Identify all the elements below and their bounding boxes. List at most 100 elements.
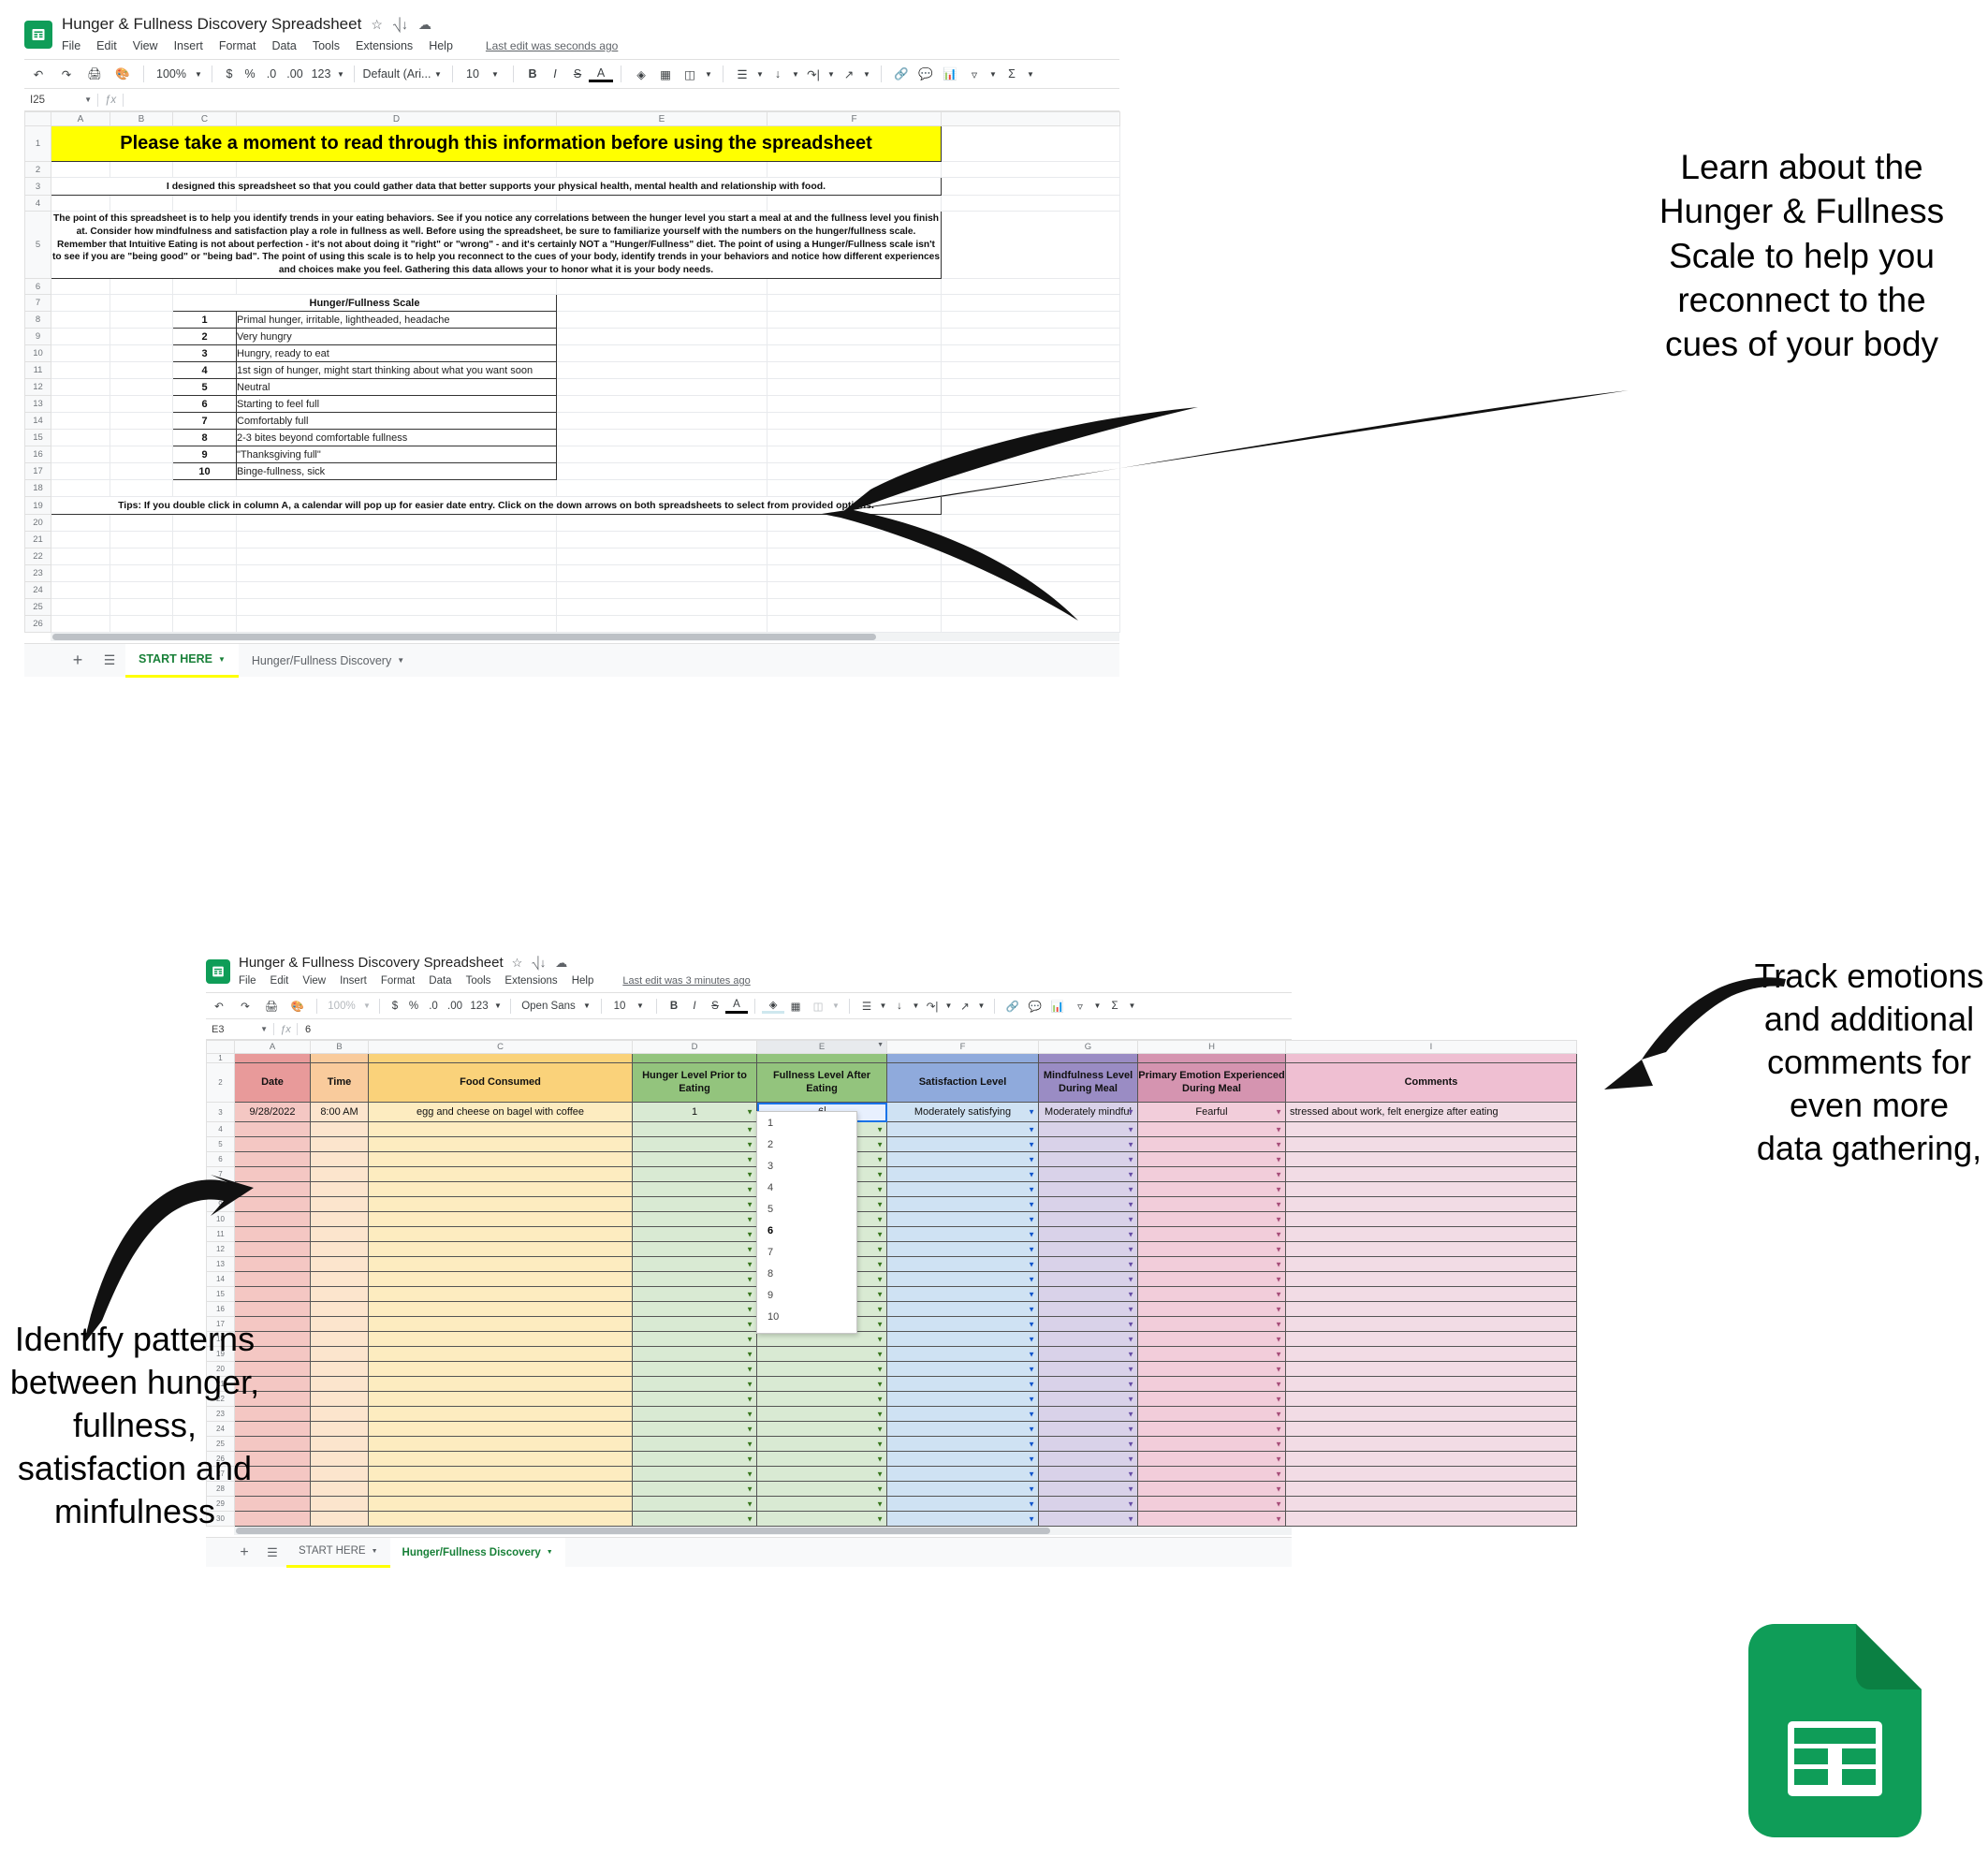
percent-format-button[interactable]: % bbox=[240, 67, 260, 80]
chevron-down-icon[interactable]: ▼ bbox=[431, 70, 445, 79]
borders-icon[interactable]: ▦ bbox=[653, 67, 678, 81]
italic-button[interactable]: I bbox=[684, 1001, 705, 1012]
cell[interactable] bbox=[941, 598, 1120, 616]
scale-number[interactable]: 8 bbox=[172, 429, 237, 446]
cell[interactable] bbox=[51, 429, 110, 446]
cell[interactable] bbox=[172, 278, 237, 295]
cell[interactable] bbox=[767, 429, 942, 446]
paint-format-icon[interactable]: 🎨 bbox=[285, 1000, 311, 1013]
scale-description[interactable]: Comfortably full bbox=[236, 412, 557, 430]
row-header[interactable]: 19 bbox=[24, 496, 51, 515]
filter-icon[interactable]: ▿ bbox=[962, 67, 987, 81]
cell[interactable] bbox=[310, 1436, 369, 1452]
chevron-down-icon[interactable]: ▼ bbox=[746, 1455, 753, 1463]
cell[interactable]: ▼ bbox=[632, 1361, 757, 1377]
chevron-down-icon[interactable]: ▼ bbox=[746, 1425, 753, 1433]
horizontal-scrollbar[interactable] bbox=[234, 1527, 1292, 1535]
row-header[interactable]: 13 bbox=[206, 1256, 235, 1272]
cell[interactable] bbox=[556, 548, 767, 565]
cell[interactable]: ▼ bbox=[1137, 1181, 1286, 1197]
cell[interactable] bbox=[556, 361, 767, 379]
cell[interactable] bbox=[51, 531, 110, 548]
dropdown-option[interactable]: 7 bbox=[757, 1241, 856, 1263]
chevron-down-icon[interactable]: ▼ bbox=[1028, 1185, 1035, 1193]
cell[interactable] bbox=[310, 1166, 369, 1182]
chevron-down-icon[interactable]: ▼ bbox=[1028, 1215, 1035, 1223]
merge-cells-icon[interactable]: ◫ bbox=[678, 67, 702, 81]
name-box[interactable]: E3 ▼ bbox=[206, 1024, 273, 1035]
cell[interactable] bbox=[51, 361, 110, 379]
chevron-down-icon[interactable]: ▼ bbox=[1275, 1365, 1282, 1373]
chevron-down-icon[interactable]: ▼ bbox=[876, 1230, 884, 1238]
cell[interactable] bbox=[234, 1166, 311, 1182]
cell[interactable] bbox=[556, 564, 767, 582]
chevron-down-icon[interactable]: ▼ bbox=[1028, 1514, 1035, 1523]
cell[interactable] bbox=[310, 1376, 369, 1392]
row-header[interactable]: 5 bbox=[24, 211, 51, 279]
bold-button[interactable]: B bbox=[664, 1001, 684, 1012]
chevron-down-icon[interactable]: ▼ bbox=[1028, 1455, 1035, 1463]
chevron-down-icon[interactable]: ▼ bbox=[1028, 1350, 1035, 1358]
cell[interactable]: ▼ bbox=[632, 1496, 757, 1512]
cell[interactable]: ▼ bbox=[1137, 1496, 1286, 1512]
row-header[interactable]: 10 bbox=[24, 344, 51, 362]
cell[interactable]: ▼ bbox=[1137, 1256, 1286, 1272]
cell[interactable] bbox=[941, 177, 1120, 196]
cell[interactable] bbox=[632, 1053, 757, 1063]
chevron-down-icon[interactable]: ▼ bbox=[876, 1140, 884, 1148]
chevron-down-icon[interactable]: ▼ bbox=[1127, 1425, 1134, 1433]
fullness-level-dropdown[interactable]: 1 2 3 4 5 6 7 8 9 10 bbox=[756, 1111, 857, 1334]
menu-insert[interactable]: Insert bbox=[340, 975, 367, 987]
row-header[interactable]: 11 bbox=[206, 1226, 235, 1242]
chevron-down-icon[interactable]: ▼ bbox=[746, 1365, 753, 1373]
row-header[interactable]: 20 bbox=[24, 514, 51, 532]
cell[interactable]: ▼ bbox=[632, 1331, 757, 1347]
row-header[interactable]: 12 bbox=[206, 1241, 235, 1257]
chevron-down-icon[interactable]: ▼ bbox=[1275, 1155, 1282, 1163]
chevron-down-icon[interactable]: ▼ bbox=[1275, 1425, 1282, 1433]
cell[interactable]: ▼ bbox=[756, 1406, 887, 1422]
cell[interactable] bbox=[767, 598, 942, 616]
column-header-b[interactable]: B bbox=[310, 1040, 369, 1054]
scale-number[interactable]: 3 bbox=[172, 344, 237, 362]
row-header[interactable]: 7 bbox=[24, 294, 51, 312]
text-rotation-icon[interactable]: ↗ bbox=[838, 67, 860, 81]
cell[interactable]: ▼ bbox=[886, 1316, 1039, 1332]
fill-color-icon[interactable]: ◈ bbox=[762, 998, 784, 1014]
cell[interactable]: ▼ bbox=[886, 1361, 1039, 1377]
cell[interactable]: ▼ bbox=[756, 1346, 887, 1362]
cell[interactable] bbox=[556, 278, 767, 295]
row-header[interactable]: 3 bbox=[24, 177, 51, 196]
cell[interactable]: ▼ bbox=[1038, 1136, 1138, 1152]
cell[interactable] bbox=[1285, 1466, 1577, 1482]
cell[interactable] bbox=[556, 598, 767, 616]
column-header-i[interactable]: I bbox=[1285, 1040, 1577, 1054]
cell[interactable] bbox=[51, 462, 110, 480]
cell[interactable] bbox=[236, 564, 557, 582]
cell[interactable] bbox=[234, 1181, 311, 1197]
zoom-level[interactable]: 100% bbox=[151, 67, 192, 80]
chevron-down-icon[interactable]: ▼ bbox=[1127, 1245, 1134, 1253]
cell[interactable] bbox=[310, 1481, 369, 1497]
column-header-a[interactable]: A bbox=[234, 1040, 311, 1054]
chevron-down-icon[interactable]: ▼ bbox=[876, 1514, 884, 1523]
paragraph-cell[interactable]: The point of this spreadsheet is to help… bbox=[51, 211, 942, 279]
cell[interactable]: ▼ bbox=[1038, 1316, 1138, 1332]
cell[interactable]: ▼ bbox=[1137, 1196, 1286, 1212]
cell[interactable] bbox=[1285, 1053, 1577, 1063]
cell[interactable] bbox=[310, 1226, 369, 1242]
insert-chart-icon[interactable]: 📊 bbox=[938, 67, 962, 81]
corner-select-all[interactable] bbox=[206, 1040, 235, 1054]
chevron-down-icon[interactable]: ▼ bbox=[746, 1185, 753, 1193]
cell-emotion[interactable]: Fearful ▼ bbox=[1137, 1102, 1286, 1122]
cell[interactable] bbox=[110, 161, 173, 178]
cell[interactable] bbox=[941, 429, 1120, 446]
cell[interactable]: ▼ bbox=[886, 1376, 1039, 1392]
cell[interactable] bbox=[310, 1406, 369, 1422]
column-header-g[interactable]: G bbox=[1038, 1040, 1138, 1054]
chevron-down-icon[interactable]: ▼ bbox=[746, 1230, 753, 1238]
cell[interactable]: ▼ bbox=[632, 1406, 757, 1422]
cell[interactable]: ▼ bbox=[886, 1346, 1039, 1362]
cell[interactable] bbox=[51, 514, 110, 532]
column-header-f[interactable]: F bbox=[767, 111, 942, 126]
